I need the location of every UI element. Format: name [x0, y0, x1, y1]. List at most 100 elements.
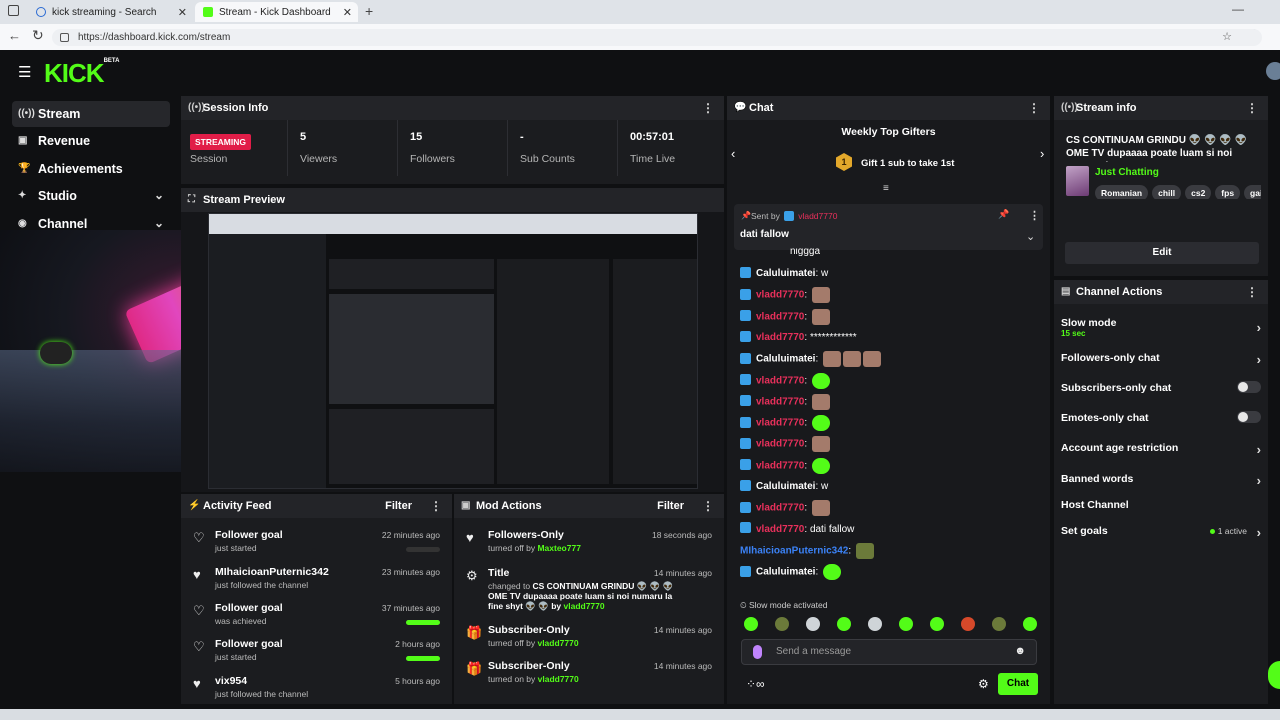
chat-input-box[interactable]: Send a message ☻: [741, 639, 1037, 665]
emote-shortcut-icon[interactable]: [961, 617, 975, 631]
slow-mode-row[interactable]: Slow mode 15 sec ›: [1061, 317, 1261, 341]
edit-stream-info-button[interactable]: Edit: [1065, 242, 1259, 264]
category-link[interactable]: Just Chatting: [1095, 167, 1159, 178]
chat-username[interactable]: Caluluimatei: [756, 567, 815, 578]
browser-tab-search[interactable]: kick streaming - Search ✕: [28, 2, 193, 22]
emote-shortcut-icon[interactable]: [806, 617, 820, 631]
subscribers-only-toggle[interactable]: [1237, 381, 1261, 393]
new-tab-icon[interactable]: +: [365, 3, 373, 19]
more-options-icon[interactable]: ⋮: [1028, 96, 1040, 120]
chat-username[interactable]: vladd7770: [756, 311, 804, 322]
reload-icon[interactable]: ↻: [32, 27, 44, 44]
url-text: https://dashboard.kick.com/stream: [78, 32, 231, 43]
face-emote-icon: [823, 351, 842, 368]
minimize-icon[interactable]: —: [1232, 2, 1244, 16]
emote-shortcut-icon[interactable]: [1023, 617, 1037, 631]
emote-shortcut-icon[interactable]: [837, 617, 851, 631]
mod-username[interactable]: Maxteo777: [537, 543, 580, 553]
kick-logo[interactable]: KICKBETA: [44, 58, 119, 89]
chat-username[interactable]: Caluluimatei: [756, 481, 815, 492]
settings-gear-icon[interactable]: ⚙: [978, 677, 989, 691]
account-age-row[interactable]: Account age restriction ›: [1061, 442, 1261, 457]
chat-username[interactable]: vladd7770: [756, 439, 804, 450]
chat-input[interactable]: Send a message: [776, 646, 851, 657]
chat-username[interactable]: MIhaicioanPuternic342: [740, 546, 848, 557]
filter-button[interactable]: Filter: [385, 494, 412, 518]
chevron-down-icon: ⌄: [153, 216, 164, 230]
site-info-icon[interactable]: [60, 33, 69, 42]
chat-username[interactable]: Caluluimatei: [756, 268, 815, 279]
stream-preview-video[interactable]: [208, 213, 698, 489]
more-options-icon[interactable]: ⋮: [702, 494, 714, 518]
emote-shortcut-icon[interactable]: [992, 617, 1006, 631]
sidebar-item-studio[interactable]: ✦ Studio ⌄: [12, 183, 170, 209]
mod-action-subtext: changed to CS CONTINUAM GRINDU 👽 👽 👽 OME…: [488, 581, 688, 611]
mod-username[interactable]: vladd7770: [538, 674, 579, 684]
chat-username[interactable]: Caluluimatei: [756, 354, 815, 365]
set-goals-row[interactable]: Set goals 1 active ›: [1061, 525, 1261, 540]
menu-hamburger-icon[interactable]: ☰: [18, 63, 31, 81]
more-options-icon[interactable]: ⋮: [1029, 209, 1040, 222]
heart-filled-icon: ♥: [193, 676, 201, 691]
banned-words-row[interactable]: Banned words ›: [1061, 473, 1261, 488]
chevron-right-icon[interactable]: ›: [1040, 146, 1044, 161]
streaming-status-badge: STREAMING: [190, 134, 251, 150]
filter-button[interactable]: Filter: [657, 494, 684, 518]
chat-username[interactable]: vladd7770: [756, 375, 804, 386]
window-menu-icon[interactable]: [8, 5, 19, 16]
followers-only-row[interactable]: Followers-only chat ›: [1061, 352, 1261, 367]
face-emote-icon: [863, 351, 882, 368]
chat-username[interactable]: vladd7770: [756, 290, 804, 301]
close-tab-icon[interactable]: ✕: [178, 6, 187, 19]
emoji-icon[interactable]: ☻: [1014, 645, 1026, 657]
chat-username[interactable]: vladd7770: [756, 524, 804, 535]
url-field[interactable]: https://dashboard.kick.com/stream ☆: [52, 29, 1262, 46]
points-icon[interactable]: ⁘∞: [746, 677, 765, 691]
expand-pinned-icon[interactable]: ⌄: [1026, 230, 1035, 243]
chat-username[interactable]: vladd7770: [756, 503, 804, 514]
chevron-right-icon: ›: [1256, 320, 1261, 335]
sidebar-item-achievements[interactable]: 🏆 Achievements: [12, 156, 170, 182]
tag[interactable]: fps: [1215, 185, 1241, 199]
emote-shortcut-icon[interactable]: [868, 617, 882, 631]
emote-shortcut-icon[interactable]: [744, 617, 758, 631]
sidebar-item-stream[interactable]: ((•)) Stream: [12, 101, 170, 127]
chat-username[interactable]: vladd7770: [756, 396, 804, 407]
favorite-icon[interactable]: ☆: [1222, 29, 1232, 46]
host-channel-row[interactable]: Host Channel: [1061, 499, 1261, 511]
collapse-icon[interactable]: ≡: [883, 183, 889, 194]
activity-title: MIhaicioanPuternic342: [215, 566, 329, 578]
tag[interactable]: cs2: [1185, 185, 1212, 199]
chevron-left-icon[interactable]: ‹: [731, 146, 735, 161]
more-options-icon[interactable]: ⋮: [1246, 96, 1258, 120]
chat-username[interactable]: vladd7770: [756, 418, 804, 429]
chat-username[interactable]: vladd7770: [756, 460, 804, 471]
activity-title: Follower goal: [215, 529, 283, 541]
emote-shortcut-icon[interactable]: [899, 617, 913, 631]
gift-sub-cta[interactable]: Gift 1 sub to take 1st: [861, 158, 954, 169]
chat-send-button[interactable]: Chat: [998, 673, 1038, 695]
browser-tab-dashboard[interactable]: Stream - Kick Dashboard ✕: [195, 2, 358, 22]
more-options-icon[interactable]: ⋮: [430, 494, 442, 518]
close-tab-icon[interactable]: ✕: [343, 6, 352, 19]
tag[interactable]: Romanian: [1095, 185, 1149, 199]
more-options-icon[interactable]: ⋮: [1246, 280, 1258, 304]
emote-shortcut-icon[interactable]: [930, 617, 944, 631]
emotes-only-toggle[interactable]: [1237, 411, 1261, 423]
chat-colon: :: [815, 566, 822, 578]
olive-emote-icon: [855, 542, 874, 559]
microphone-icon[interactable]: [753, 645, 762, 659]
chat-username[interactable]: vladd7770: [756, 332, 804, 343]
more-options-icon[interactable]: ⋮: [702, 96, 714, 120]
sidebar-item-revenue[interactable]: ▣ Revenue: [12, 128, 170, 154]
tag[interactable]: chill: [1152, 185, 1182, 199]
tag[interactable]: gai: [1244, 185, 1261, 199]
mod-username[interactable]: vladd7770: [564, 601, 605, 611]
slow-mode-note: ⏲ Slow mode activated: [740, 600, 828, 610]
emote-shortcut-icon[interactable]: [775, 617, 789, 631]
profile-avatar[interactable]: [1266, 62, 1280, 80]
mod-username[interactable]: vladd7770: [537, 638, 578, 648]
pinned-username[interactable]: vladd7770: [798, 211, 837, 221]
unpin-icon[interactable]: 📌: [998, 209, 1009, 220]
back-icon[interactable]: ←: [8, 28, 21, 43]
